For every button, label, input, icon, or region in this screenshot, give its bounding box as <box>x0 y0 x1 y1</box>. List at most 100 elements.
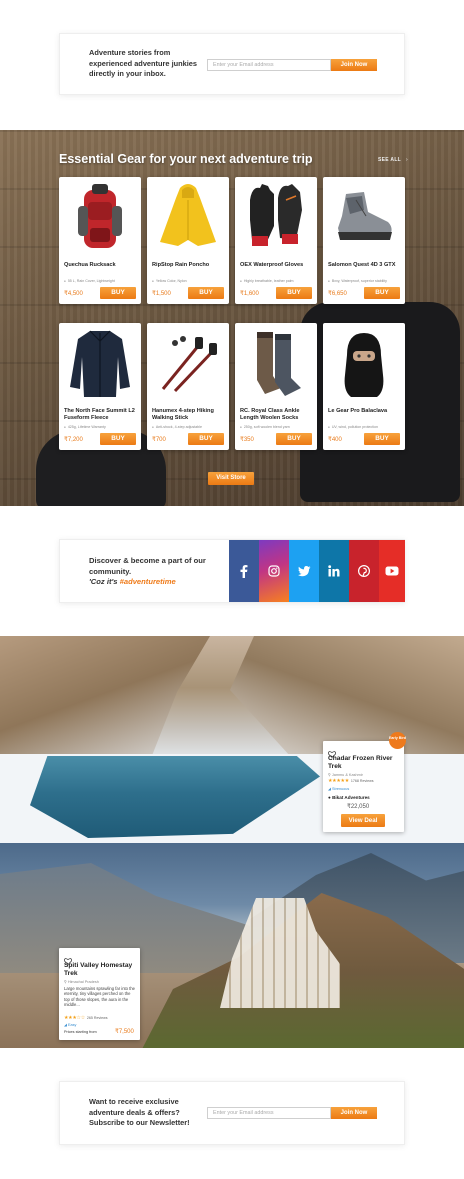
newsletter-top-card: Adventure stories from experienced adven… <box>59 33 405 95</box>
product-card[interactable]: RipStop Rain Poncho Yellow Color, Nylon … <box>147 177 229 304</box>
community-card: Discover & become a part of our communit… <box>59 539 405 603</box>
newsletter-bottom-join-button[interactable]: Join Now <box>331 1107 377 1119</box>
see-all-label: SEE ALL <box>378 157 402 163</box>
product-card[interactable]: Hanumex 4-step Hiking Walking Stick Anti… <box>147 323 229 450</box>
rating-stars: ★★★☆☆ <box>64 1015 85 1021</box>
product-name: Quechua Rucksack <box>64 262 116 268</box>
gear-section-title: Essential Gear for your next adventure t… <box>59 152 313 166</box>
trek-price: ₹22,050 <box>347 804 370 810</box>
newsletter-bottom-card: Want to receive exclusive adventure deal… <box>59 1081 405 1145</box>
difficulty-text: Easy <box>67 1023 77 1027</box>
product-card[interactable]: The North Face Summit L2 Fuseform Fleece… <box>59 323 141 450</box>
product-feature: 250g, soft woolen blend yarn <box>240 425 316 429</box>
product-name: Hanumex 4-step Hiking Walking Stick <box>152 408 214 421</box>
product-name: RC. Royal Class Ankle Length Woolen Sock… <box>240 408 300 421</box>
newsletter-bottom-text: Want to receive exclusive adventure deal… <box>89 1097 190 1128</box>
rucksack-icon <box>59 177 141 259</box>
product-name: Le Gear Pro Balaclava <box>328 408 388 414</box>
product-card[interactable]: Salomon Quest 4D 3 GTX Bxxy, Waterproof,… <box>323 177 405 304</box>
trek-price: ₹7,500 <box>115 1029 134 1035</box>
walking-stick-icon <box>147 323 229 405</box>
trek-location-text: Himachal Pradesh <box>67 980 99 984</box>
newsletter-top-join-button[interactable]: Join Now <box>331 59 377 71</box>
twitter-icon[interactable] <box>289 540 319 602</box>
buy-button[interactable]: BUY <box>364 287 400 299</box>
newsletter-top-email-input[interactable]: Enter your Email address <box>207 59 331 71</box>
hashtag: #adventuretime <box>119 577 176 586</box>
community-text: Discover & become a part of our communit… <box>89 556 219 588</box>
cliff-right <box>230 636 464 756</box>
product-price: ₹1,500 <box>152 291 171 297</box>
product-price: ₹6,650 <box>328 291 347 297</box>
fleece-icon <box>59 323 141 405</box>
balaclava-icon <box>323 323 405 405</box>
newsletter-top-text: Adventure stories from experienced adven… <box>89 48 198 79</box>
gear-section: Essential Gear for your next adventure t… <box>0 130 464 506</box>
product-price: ₹1,600 <box>240 291 259 297</box>
product-name: RipStop Rain Poncho <box>152 262 210 268</box>
early-bird-badge: Early Bird <box>389 732 406 749</box>
product-feature: Highly breathable, leather palm <box>240 279 316 283</box>
trek-difficulty: ◢ Strenuous <box>328 786 349 791</box>
product-price: ₹350 <box>240 437 254 443</box>
review-count: 1768 Reviews <box>350 779 374 783</box>
visit-store-button[interactable]: Visit Store <box>208 472 254 485</box>
buy-button[interactable]: BUY <box>188 287 224 299</box>
product-name: Salomon Quest 4D 3 GTX <box>328 262 396 268</box>
trek-rating: ★★★★★ 1768 Reviews <box>328 778 374 784</box>
product-feature: 425g, Lifetime Warranty <box>64 425 140 429</box>
trek-rating: ★★★☆☆ 265 Reviews <box>64 1015 108 1021</box>
pinterest-icon[interactable] <box>349 540 379 602</box>
product-price: ₹7,200 <box>64 437 83 443</box>
community-tagline: 'Coz it's #adventuretime <box>89 577 219 588</box>
product-name: The North Face Summit L2 Fuseform Fleece <box>64 408 135 421</box>
product-feature: Anti-shock, 4-step adjustable <box>152 425 228 429</box>
product-card[interactable]: RC. Royal Class Ankle Length Woolen Sock… <box>235 323 317 450</box>
trek-name: Spiti Valley Homestay Trek <box>64 962 133 977</box>
trek-name: Chadar Frozen River Trek <box>328 755 393 770</box>
view-deal-button[interactable]: View Deal <box>341 814 385 827</box>
chevron-right-icon: › <box>406 157 408 163</box>
trek-location: ⚲ Himachal Pradesh <box>64 979 99 984</box>
buy-button[interactable]: BUY <box>100 287 136 299</box>
trek-description: Large mountains sprawling far into the e… <box>64 986 135 1008</box>
product-name: OEX Waterproof Gloves <box>240 262 304 268</box>
rating-stars: ★★★★★ <box>328 778 349 784</box>
trek-location-text: Jammu & Kashmir <box>331 773 363 777</box>
facebook-icon[interactable] <box>229 540 259 602</box>
review-count: 265 Reviews <box>86 1016 108 1020</box>
buy-button[interactable]: BUY <box>276 287 312 299</box>
operator-text: Bikat Adventures <box>332 795 370 800</box>
boot-icon <box>323 177 405 259</box>
difficulty-text: Strenuous <box>331 787 350 791</box>
product-card[interactable]: OEX Waterproof Gloves Highly breathable,… <box>235 177 317 304</box>
product-price: ₹400 <box>328 437 342 443</box>
community-line: Discover & become a part of our communit… <box>89 556 206 576</box>
linkedin-icon[interactable] <box>319 540 349 602</box>
instagram-icon[interactable] <box>259 540 289 602</box>
trek-operator: ● Bikat Adventures <box>328 795 370 800</box>
price-label: Prices starting from <box>64 1030 97 1034</box>
product-feature: Bxxy, Waterproof, superior stability <box>328 279 404 283</box>
gloves-icon <box>235 177 317 259</box>
buy-button[interactable]: BUY <box>276 433 312 445</box>
see-all-link[interactable]: SEE ALL › <box>378 157 408 163</box>
product-price: ₹700 <box>152 437 166 443</box>
poncho-icon <box>147 177 229 259</box>
chadar-trek-card[interactable]: Chadar Frozen River Trek ⚲ Jammu & Kashm… <box>323 741 404 832</box>
youtube-icon[interactable] <box>379 540 405 602</box>
product-feature: UV, wind, pollution protection <box>328 425 404 429</box>
buy-button[interactable]: BUY <box>100 433 136 445</box>
trek-location: ⚲ Jammu & Kashmir <box>328 772 363 777</box>
product-card[interactable]: Le Gear Pro Balaclava UV, wind, pollutio… <box>323 323 405 450</box>
buy-button[interactable]: BUY <box>188 433 224 445</box>
newsletter-bottom-email-input[interactable]: Enter your Email address <box>207 1107 331 1119</box>
trek-difficulty: ◢ Easy <box>64 1022 76 1027</box>
socks-icon <box>235 323 317 405</box>
product-feature: 55 L, Rain Cover, Lightweight <box>64 279 140 283</box>
product-feature: Yellow Color, Nylon <box>152 279 228 283</box>
spiti-trek-card[interactable]: Spiti Valley Homestay Trek ⚲ Himachal Pr… <box>59 948 140 1040</box>
product-price: ₹4,500 <box>64 291 83 297</box>
product-card[interactable]: Quechua Rucksack 55 L, Rain Cover, Light… <box>59 177 141 304</box>
buy-button[interactable]: BUY <box>364 433 400 445</box>
